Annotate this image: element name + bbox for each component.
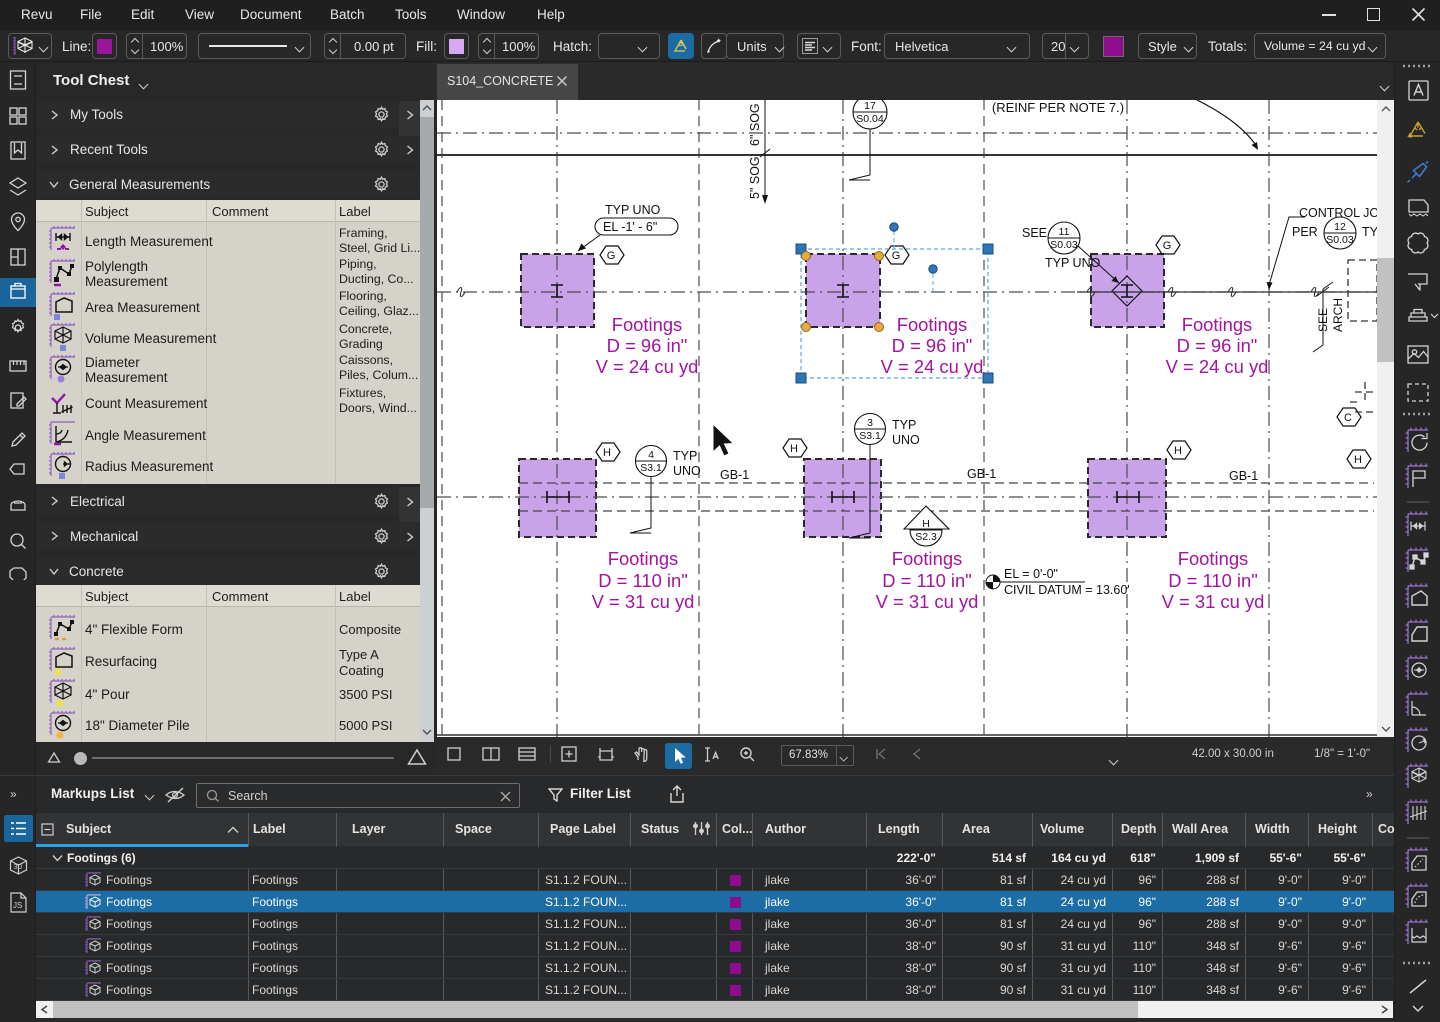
- svg-text:S3.1: S3.1: [859, 430, 881, 442]
- svg-text:V = 31 cu yd: V = 31 cu yd: [1162, 591, 1265, 612]
- svg-text:S0.04: S0.04: [856, 113, 884, 125]
- svg-text:UNO: UNO: [892, 433, 920, 447]
- svg-text:3: 3: [867, 417, 873, 429]
- svg-text:D = 96 in": D = 96 in": [892, 335, 973, 356]
- svg-text:6" SOG: 6" SOG: [748, 103, 762, 146]
- svg-text:Footings: Footings: [608, 548, 679, 569]
- svg-text:17: 17: [864, 100, 876, 112]
- svg-text:(REINF PER NOTE 7.): (REINF PER NOTE 7.): [992, 100, 1124, 115]
- svg-text:Footings: Footings: [897, 314, 968, 335]
- svg-text:PER: PER: [1292, 225, 1318, 239]
- svg-text:G: G: [1163, 240, 1172, 252]
- svg-text:V = 31 cu yd: V = 31 cu yd: [876, 591, 979, 612]
- svg-text:JS: JS: [13, 901, 22, 910]
- svg-text:V = 24 cu yd: V = 24 cu yd: [596, 356, 699, 377]
- svg-text:V = 31 cu yd: V = 31 cu yd: [592, 591, 695, 612]
- svg-text:S0.03: S0.03: [1050, 239, 1078, 251]
- svg-text:H: H: [1354, 454, 1362, 466]
- svg-text:V = 24 cu yd: V = 24 cu yd: [1166, 356, 1269, 377]
- svg-text:4: 4: [648, 449, 654, 461]
- svg-text:D = 110 in": D = 110 in": [882, 570, 972, 591]
- svg-text:G: G: [892, 250, 901, 262]
- svg-text:S2.3: S2.3: [915, 531, 937, 543]
- svg-text:CONTROL JOI: CONTROL JOI: [1299, 206, 1377, 220]
- svg-text:11: 11: [1059, 226, 1070, 238]
- svg-text:TYP: TYP: [673, 449, 697, 463]
- svg-text:D = 96 in": D = 96 in": [607, 335, 688, 356]
- svg-text:5" SOG: 5" SOG: [748, 156, 762, 199]
- svg-text:S3.1: S3.1: [640, 462, 662, 474]
- svg-text:TY: TY: [1362, 225, 1377, 239]
- svg-text:D = 110 in": D = 110 in": [1168, 570, 1258, 591]
- svg-text:EL -1' - 6": EL -1' - 6": [603, 220, 657, 234]
- svg-text:EL = 0'-0": EL = 0'-0": [1004, 567, 1058, 581]
- svg-text:CIVIL DATUM = 13.60': CIVIL DATUM = 13.60': [1004, 583, 1130, 597]
- svg-text:H: H: [603, 447, 611, 459]
- svg-text:GB-1: GB-1: [967, 467, 996, 481]
- svg-text:TYP: TYP: [892, 418, 916, 432]
- svg-text:Footings: Footings: [1182, 314, 1253, 335]
- svg-text:H: H: [922, 518, 930, 530]
- svg-text:V = 24 cu yd: V = 24 cu yd: [881, 356, 984, 377]
- svg-text:Footings: Footings: [1178, 548, 1249, 569]
- svg-text:H: H: [1174, 445, 1182, 457]
- svg-text:C: C: [1344, 412, 1352, 424]
- svg-text:ARCH: ARCH: [1331, 298, 1345, 332]
- svg-text:12: 12: [1334, 221, 1346, 233]
- svg-text:H: H: [790, 443, 798, 455]
- svg-text:Footings: Footings: [892, 548, 963, 569]
- svg-text:GB-1: GB-1: [720, 468, 749, 482]
- svg-text:D = 110 in": D = 110 in": [598, 570, 688, 591]
- svg-text:TYP UNO: TYP UNO: [1045, 256, 1101, 270]
- svg-text:Footings: Footings: [612, 314, 683, 335]
- svg-text:D = 96 in": D = 96 in": [1177, 335, 1258, 356]
- svg-text:GB-1: GB-1: [1229, 469, 1258, 483]
- svg-text:UNO: UNO: [673, 464, 701, 478]
- svg-text:SEE: SEE: [1022, 226, 1047, 240]
- svg-text:S0.03: S0.03: [1326, 234, 1354, 246]
- svg-text:3D: 3D: [14, 864, 23, 871]
- svg-text:G: G: [607, 250, 616, 262]
- svg-text:TYP UNO: TYP UNO: [605, 203, 661, 217]
